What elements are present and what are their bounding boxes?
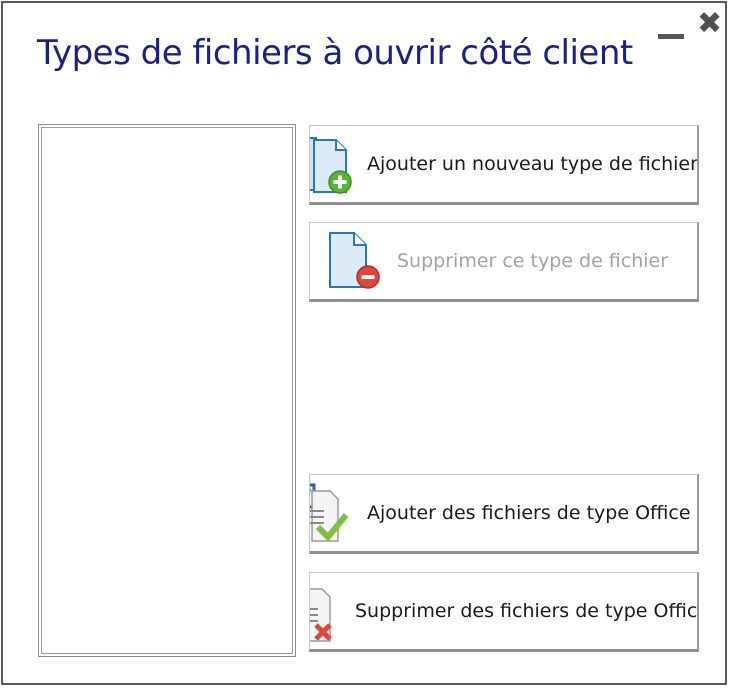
- add-file-type-label: Ajouter un nouveau type de fichier: [367, 153, 698, 175]
- delete-office-types-button[interactable]: Supprimer des fichiers de type Office: [309, 572, 699, 652]
- minimize-icon[interactable]: [658, 34, 684, 39]
- file-add-icon: [310, 134, 356, 198]
- office-files-add-icon: [310, 481, 358, 547]
- file-remove-icon: [326, 229, 386, 293]
- add-file-type-button[interactable]: Ajouter un nouveau type de fichier: [309, 125, 699, 205]
- file-types-list[interactable]: [38, 124, 296, 657]
- delete-office-types-label: Supprimer des fichiers de type Office: [355, 600, 699, 622]
- office-files-remove-icon: [310, 581, 354, 647]
- delete-file-type-label: Supprimer ce type de fichier: [397, 250, 669, 272]
- add-office-types-label: Ajouter des fichiers de type Office: [367, 502, 691, 524]
- add-office-types-button[interactable]: Ajouter des fichiers de type Office: [309, 474, 699, 554]
- delete-file-type-button[interactable]: Supprimer ce type de fichier: [309, 222, 699, 302]
- dialog-window: Types de fichiers à ouvrir côté client ✖…: [1, 1, 727, 685]
- dialog-title: Types de fichiers à ouvrir côté client: [37, 33, 633, 73]
- close-icon[interactable]: ✖: [697, 9, 722, 39]
